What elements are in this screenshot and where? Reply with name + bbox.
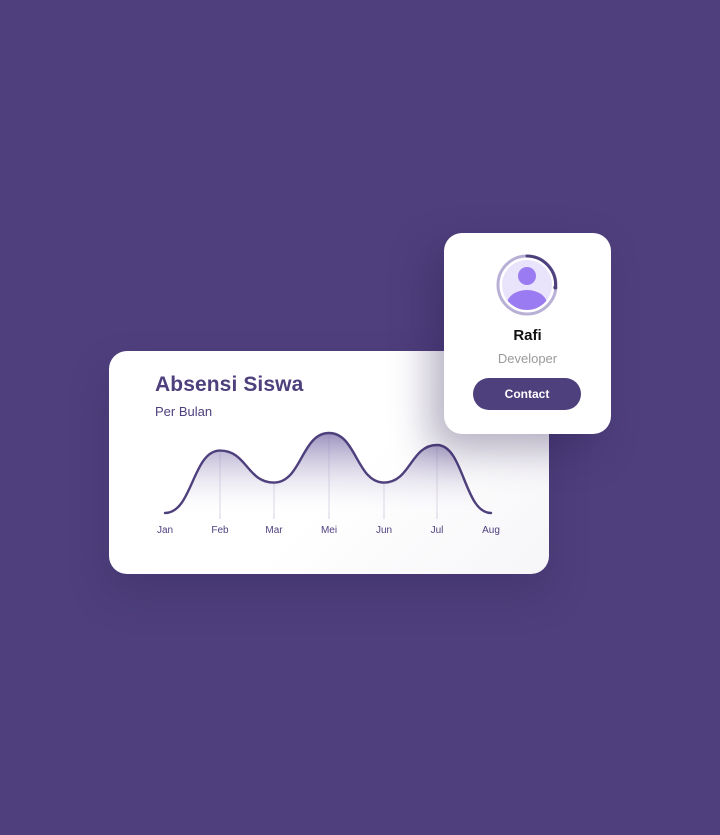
x-tick-label-jan: Jan [157, 525, 173, 536]
x-tick-label-feb: Feb [211, 525, 229, 536]
profile-card: Rafi Developer Contact [444, 233, 611, 434]
x-tick-label-jul: Jul [431, 525, 444, 536]
page: { "colors": { "background": "#4f407d", "… [0, 0, 720, 835]
profile-name: Rafi [513, 327, 542, 344]
x-tick-label-jun: Jun [376, 525, 392, 536]
x-tick-label-mar: Mar [265, 525, 283, 536]
x-tick-label-aug: Aug [482, 525, 500, 536]
x-tick-label-mei: Mei [321, 525, 337, 536]
user-avatar-icon [496, 254, 558, 316]
profile-role: Developer [497, 351, 558, 366]
contact-button[interactable]: Contact [473, 378, 581, 410]
